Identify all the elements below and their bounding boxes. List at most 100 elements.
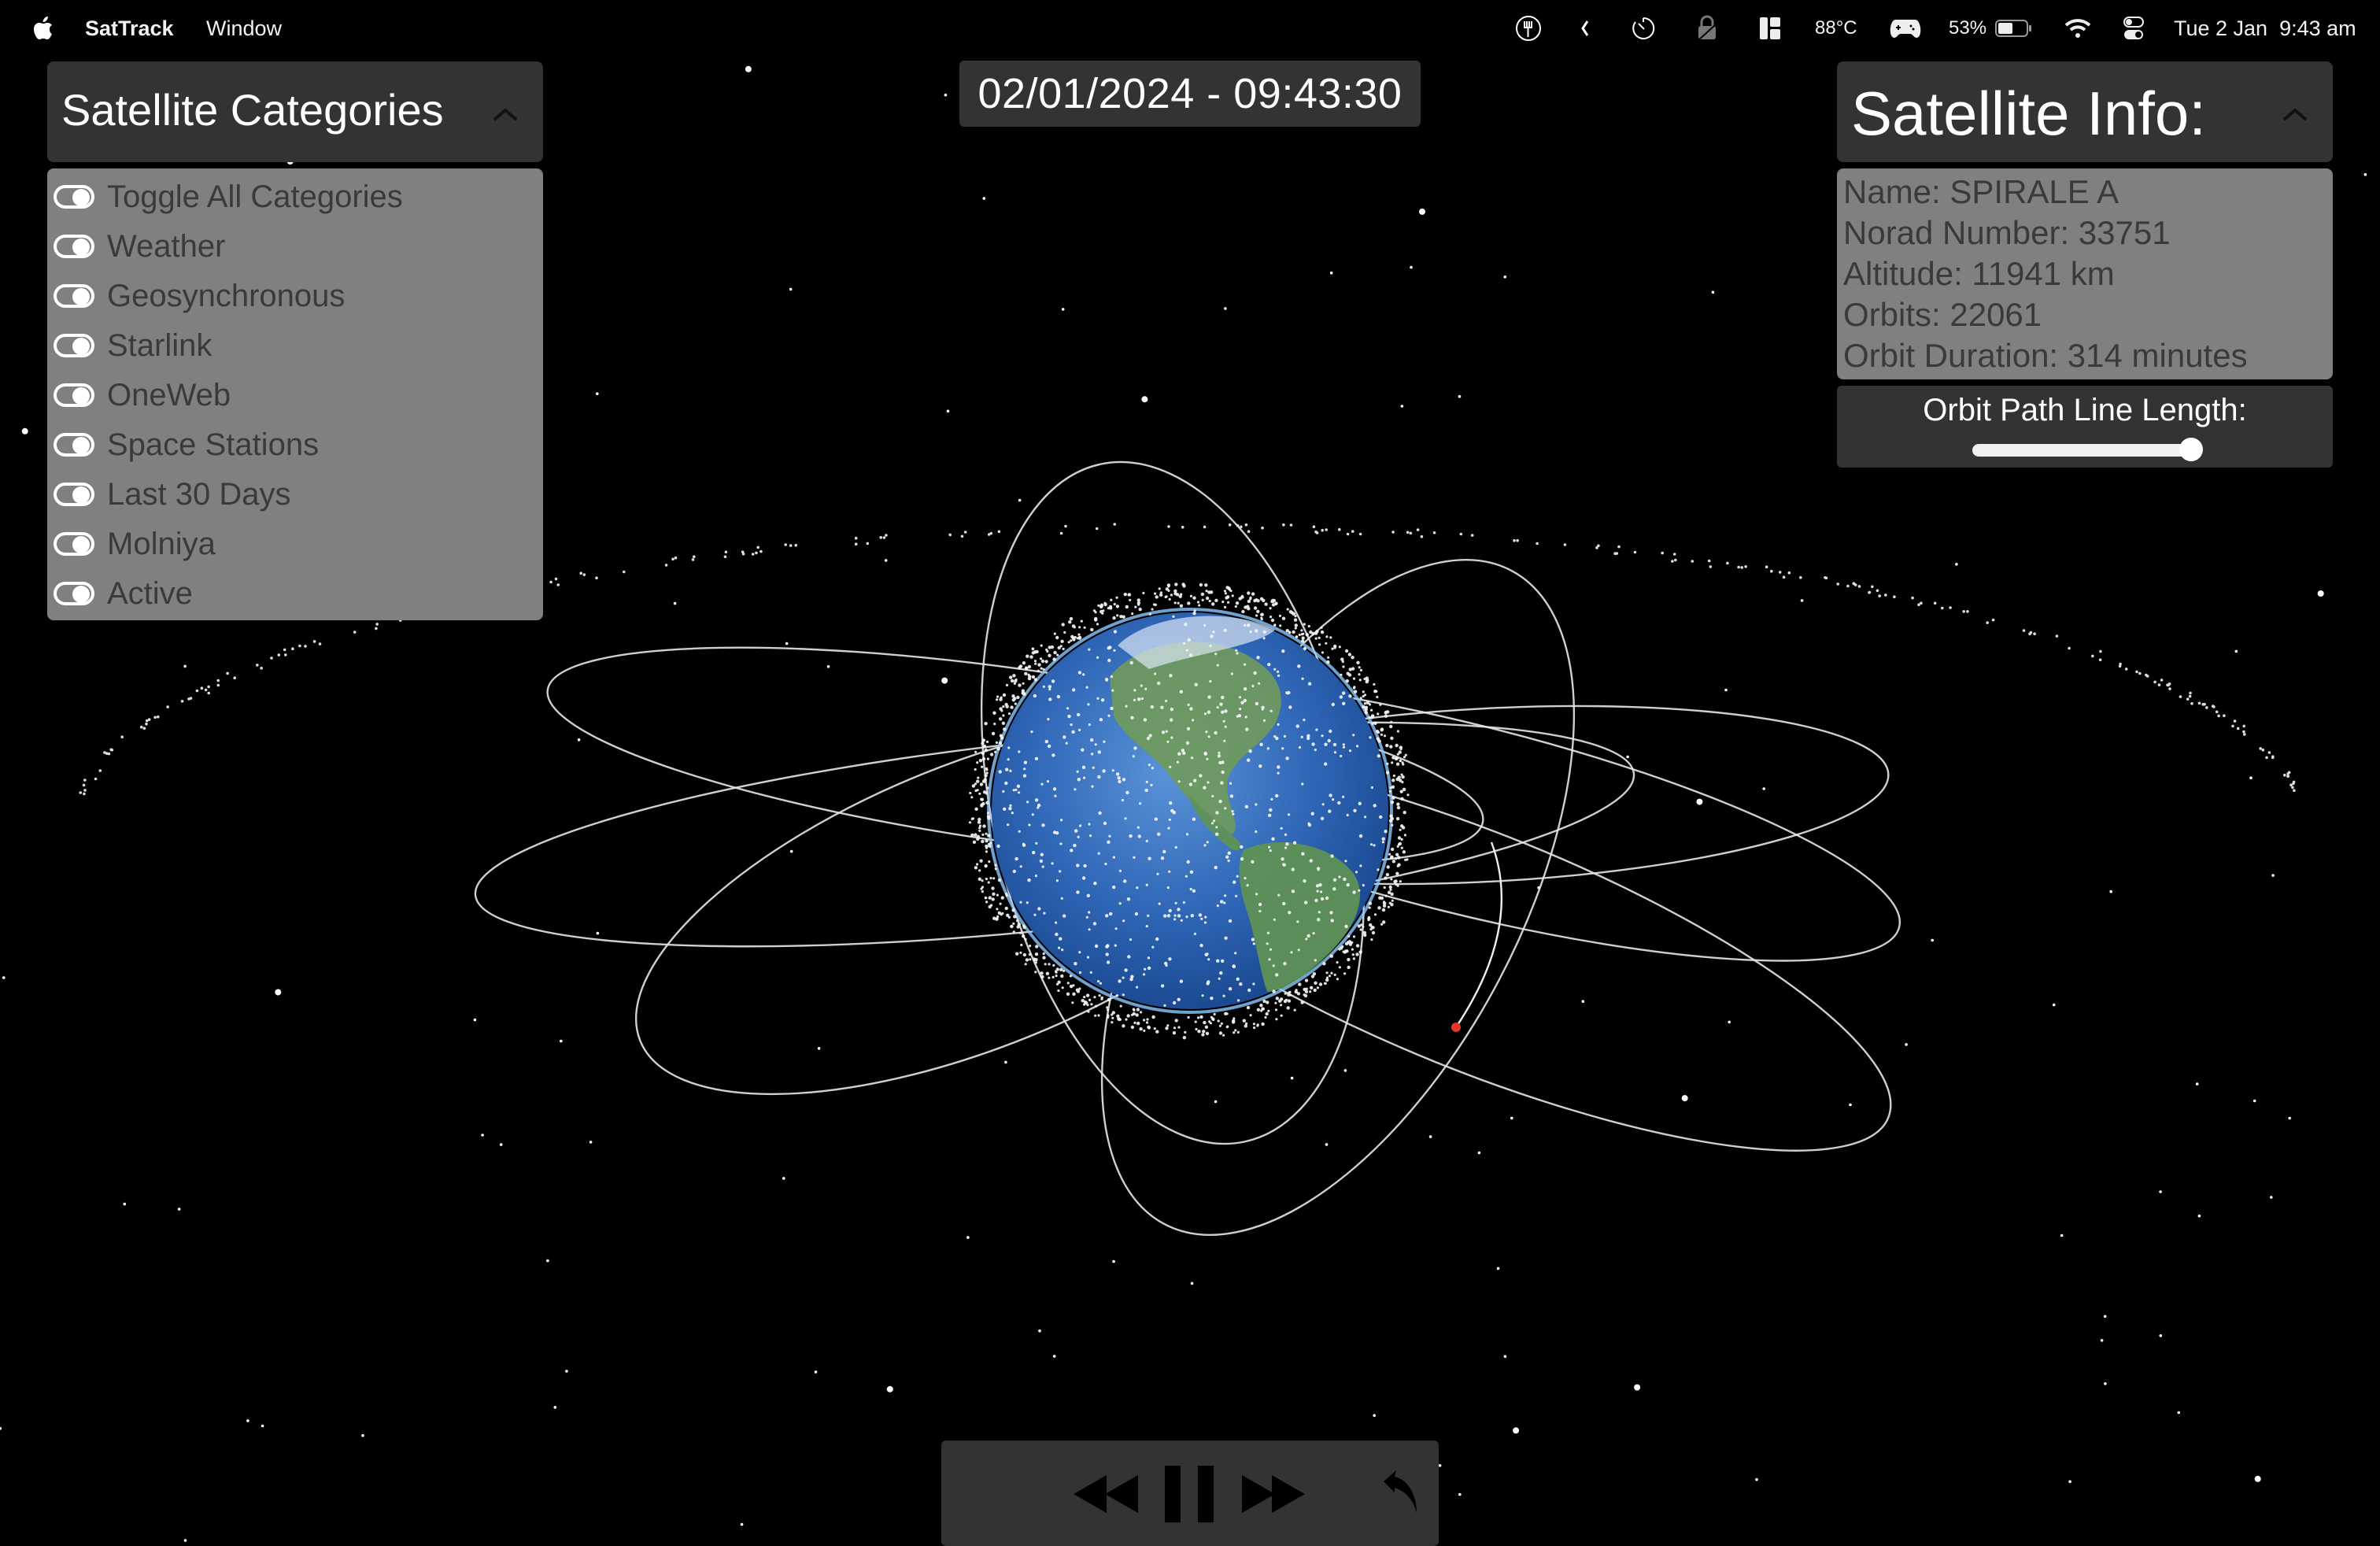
- leo-satellite: [1207, 781, 1210, 784]
- toggle-switch[interactable]: [54, 383, 94, 407]
- leo-satellite: [1113, 630, 1118, 634]
- leo-satellite: [1208, 1020, 1211, 1023]
- leo-satellite: [1012, 922, 1015, 925]
- leo-satellite: [1275, 1018, 1278, 1021]
- category-active[interactable]: Active: [54, 571, 193, 616]
- leo-satellite: [1320, 890, 1323, 893]
- category-molniya[interactable]: Molniya: [54, 522, 216, 566]
- leo-satellite: [1260, 613, 1263, 616]
- category-label: OneWeb: [107, 378, 231, 412]
- orbit-path-length-slider[interactable]: [1972, 438, 2203, 461]
- rewind-button[interactable]: [1074, 1472, 1143, 1516]
- toggle-switch[interactable]: [54, 483, 94, 506]
- category-weather[interactable]: Weather: [54, 224, 225, 268]
- leo-satellite: [1107, 1008, 1110, 1012]
- wifi-icon[interactable]: [2064, 13, 2092, 44]
- gamepad-icon[interactable]: [1889, 13, 1922, 44]
- menubar-clock[interactable]: Tue 2 Jan 9:43 am: [2174, 14, 2356, 43]
- pause-button[interactable]: [1163, 1464, 1215, 1524]
- star: [884, 559, 888, 562]
- leo-satellite: [1377, 730, 1380, 734]
- altitude: Altitude: 11941 km: [1843, 255, 2115, 292]
- slider-thumb[interactable]: [2179, 438, 2203, 461]
- battery-icon[interactable]: [1994, 13, 2034, 44]
- toggle-switch[interactable]: [54, 582, 94, 605]
- fast-forward-button[interactable]: [1240, 1472, 1310, 1516]
- timer-icon[interactable]: [1629, 13, 1658, 44]
- leo-satellite: [1125, 790, 1129, 795]
- reset-button[interactable]: [1382, 1469, 1421, 1516]
- lock-disabled-icon[interactable]: [1695, 13, 1719, 44]
- star: [1724, 688, 1728, 692]
- geo-satellite: [1884, 594, 1887, 597]
- control-center-icon[interactable]: [2122, 13, 2145, 44]
- leo-satellite: [1024, 963, 1027, 966]
- leo-satellite: [1314, 898, 1318, 903]
- categories-panel-header[interactable]: Satellite Categories: [47, 61, 543, 162]
- category-toggle-all[interactable]: Toggle All Categories: [54, 175, 403, 219]
- toggle-switch[interactable]: [54, 532, 94, 556]
- leo-satellite: [1027, 673, 1030, 676]
- geo-satellite: [2287, 771, 2291, 775]
- star: [1419, 208, 1425, 215]
- leo-satellite: [1013, 697, 1017, 701]
- leo-satellite: [1389, 888, 1392, 891]
- leo-satellite: [1390, 878, 1393, 881]
- leo-satellite: [978, 817, 981, 822]
- leo-satellite: [1019, 865, 1022, 868]
- layout-icon[interactable]: [1758, 13, 1782, 44]
- leo-satellite: [1324, 982, 1327, 985]
- apple-menu-icon[interactable]: [31, 13, 55, 44]
- geo-satellite: [2168, 682, 2171, 686]
- leo-satellite: [1050, 645, 1055, 649]
- leo-satellite: [1169, 801, 1173, 805]
- app-menu[interactable]: SatTrack: [85, 14, 174, 43]
- selected-satellite-marker[interactable]: [1451, 1023, 1461, 1032]
- leo-satellite: [1144, 967, 1147, 971]
- category-space-stations[interactable]: Space Stations: [54, 423, 319, 467]
- geo-satellite: [579, 571, 582, 575]
- leo-satellite: [1052, 657, 1056, 661]
- toggle-switch[interactable]: [54, 334, 94, 357]
- leo-satellite: [1211, 602, 1215, 606]
- leo-satellite: [1384, 830, 1388, 834]
- toggle-switch[interactable]: [54, 235, 94, 258]
- leo-satellite: [1186, 860, 1190, 864]
- star: [2254, 1475, 2261, 1482]
- category-starlink[interactable]: Starlink: [54, 324, 212, 368]
- window-menu[interactable]: Window: [206, 14, 282, 43]
- fork-icon[interactable]: [1514, 13, 1543, 44]
- leo-satellite: [1026, 654, 1029, 658]
- chevron-left-icon[interactable]: [1577, 13, 1593, 44]
- satellite-info-header[interactable]: Satellite Info:: [1837, 61, 2333, 162]
- chevron-up-icon[interactable]: [2279, 102, 2311, 124]
- leo-satellite: [996, 747, 1000, 751]
- leo-satellite: [1177, 1026, 1181, 1029]
- geo-satellite: [2292, 780, 2296, 784]
- chevron-up-icon[interactable]: [490, 102, 521, 124]
- toggle-switch[interactable]: [54, 185, 94, 209]
- leo-satellite: [1236, 715, 1239, 718]
- leo-satellite: [1035, 841, 1038, 845]
- leo-satellite: [991, 731, 996, 736]
- geo-satellite: [948, 533, 952, 537]
- category-last-30-days[interactable]: Last 30 Days: [54, 472, 290, 516]
- star: [1711, 290, 1715, 294]
- geo-satellite: [1406, 531, 1410, 534]
- leo-satellite: [1126, 1014, 1130, 1018]
- geo-satellite: [1203, 525, 1207, 529]
- geo-satellite: [166, 705, 169, 708]
- leo-satellite: [1230, 672, 1233, 675]
- toggle-switch[interactable]: [54, 433, 94, 457]
- category-geosynchronous[interactable]: Geosynchronous: [54, 274, 345, 318]
- category-oneweb[interactable]: OneWeb: [54, 373, 231, 417]
- leo-satellite: [1154, 603, 1157, 607]
- toggle-switch[interactable]: [54, 284, 94, 308]
- geo-satellite: [94, 777, 98, 781]
- leo-satellite: [1338, 948, 1341, 951]
- leo-satellite: [999, 707, 1003, 711]
- leo-satellite: [1247, 607, 1251, 611]
- leo-satellite: [1027, 676, 1032, 681]
- leo-satellite: [1358, 679, 1362, 682]
- leo-satellite: [1172, 615, 1175, 618]
